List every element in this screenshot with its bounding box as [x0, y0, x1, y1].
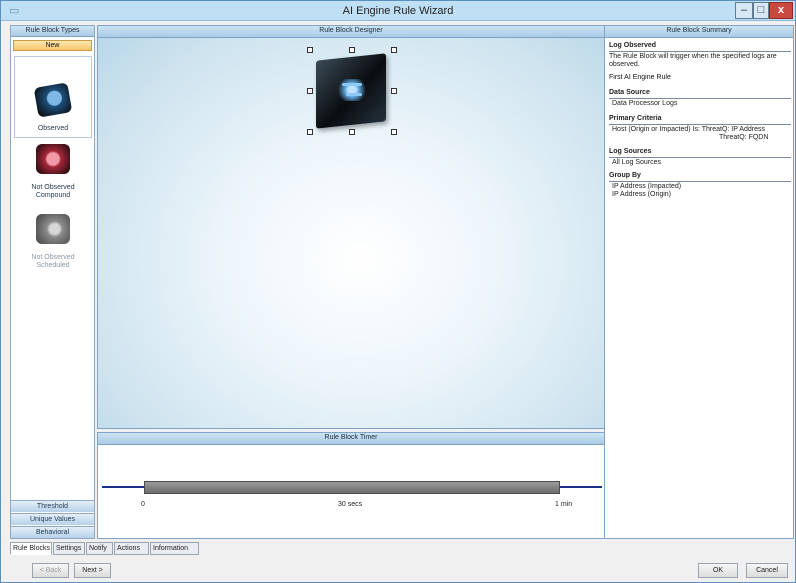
log-observed-title: Log Observed	[609, 42, 791, 52]
rule-block-designer[interactable]: Rule Block Designer	[97, 25, 605, 429]
primary-criteria-line: Host (Origin or Impacted) Is: ThreatQ: I…	[612, 126, 766, 133]
rule-name: First AI Engine Rule	[609, 74, 671, 81]
scheduled-cube-icon	[36, 214, 70, 244]
selection-handle[interactable]	[391, 47, 397, 53]
back-button[interactable]: < Back	[32, 563, 69, 578]
log-observed-text: The Rule Block will trigger when the spe…	[609, 53, 777, 68]
tab-actions[interactable]: Actions	[114, 542, 149, 555]
data-source-section: Data Source Data Processor Logs	[609, 89, 791, 108]
minimize-button[interactable]: –	[735, 2, 753, 19]
tab-information[interactable]: Information	[150, 542, 199, 555]
selection-handle[interactable]	[349, 129, 355, 135]
timeline-line	[102, 486, 144, 488]
data-source-value: Data Processor Logs	[612, 100, 678, 107]
category-behavioral[interactable]: Behavioral	[11, 526, 94, 538]
rule-block-types-header: Rule Block Types	[11, 26, 94, 37]
rule-block-timer-header: Rule Block Timer	[98, 433, 604, 445]
log-sources-value: All Log Sources	[612, 159, 662, 166]
timer-start-label: 0	[141, 501, 145, 508]
observed-label: Observed	[37, 125, 69, 132]
group-by-title: Group By	[609, 172, 791, 182]
primary-criteria-section: Primary Criteria Host (Origin or Impacte…	[609, 115, 791, 142]
timer-bar[interactable]	[144, 481, 560, 494]
cube-arrow	[342, 83, 362, 86]
rule-block-timer: Rule Block Timer 0 30 secs 1 min	[97, 432, 605, 539]
not-observed-scheduled-tile[interactable]: Not Observed Scheduled	[14, 212, 92, 274]
tab-notify[interactable]: Notify	[86, 542, 113, 555]
maximize-button[interactable]: □	[753, 2, 769, 19]
selection-handle[interactable]	[307, 88, 313, 94]
not-observed-compound-label: Not Observed Compound	[31, 184, 75, 199]
rule-block-designer-header: Rule Block Designer	[98, 26, 604, 38]
rule-block-types-panel: Rule Block Types New Observed Not Observ…	[10, 25, 95, 539]
timer-mid-label: 30 secs	[338, 501, 363, 508]
group-by-section: Group By IP Address (Impacted) IP Addres…	[609, 172, 791, 199]
cube-arrow	[346, 93, 362, 96]
selection-handle[interactable]	[391, 129, 397, 135]
observed-cube-icon	[33, 82, 73, 118]
rule-block-summary-header: Rule Block Summary	[605, 26, 793, 38]
log-sources-section: Log Sources All Log Sources	[609, 148, 791, 167]
observed-rule-block[interactable]	[314, 53, 388, 129]
new-section-tab[interactable]: New	[13, 40, 92, 51]
selection-handle[interactable]	[349, 47, 355, 53]
rule-block-summary: Rule Block Summary Log Observed The Rule…	[604, 25, 794, 539]
category-threshold[interactable]: Threshold	[11, 500, 94, 512]
tab-settings[interactable]: Settings	[53, 542, 85, 555]
close-button[interactable]: x	[769, 2, 793, 19]
next-button[interactable]: Next >	[74, 563, 111, 578]
ok-button[interactable]: OK	[698, 563, 738, 578]
log-sources-title: Log Sources	[609, 148, 791, 158]
not-observed-scheduled-label: Not Observed Scheduled	[31, 254, 75, 269]
data-source-title: Data Source	[609, 89, 791, 99]
window-title: AI Engine Rule Wizard	[342, 5, 454, 17]
group-by-value: IP Address (Impacted)	[612, 183, 682, 190]
selection-handle[interactable]	[307, 129, 313, 135]
timeline-line	[560, 486, 602, 488]
tab-rule-blocks[interactable]: Rule Blocks	[10, 542, 52, 555]
selection-handle[interactable]	[391, 88, 397, 94]
timer-end-label: 1 min	[555, 501, 573, 508]
primary-criteria-line: ThreatQ: FQDN	[719, 134, 769, 141]
title-bar[interactable]: ▭ AI Engine Rule Wizard – □ x	[1, 1, 795, 21]
cancel-button[interactable]: Cancel	[746, 563, 788, 578]
selection-handle[interactable]	[307, 47, 313, 53]
not-observed-compound-tile[interactable]: Not Observed Compound	[14, 142, 92, 212]
not-observed-cube-icon	[36, 144, 70, 174]
wizard-window: ▭ AI Engine Rule Wizard – □ x Rule Block…	[0, 0, 796, 583]
log-observed-section: Log Observed The Rule Block will trigger…	[609, 42, 791, 69]
observed-block-tile[interactable]: Observed	[14, 56, 92, 138]
primary-criteria-title: Primary Criteria	[609, 115, 791, 125]
group-by-value: IP Address (Origin)	[612, 191, 672, 198]
category-unique-values[interactable]: Unique Values	[11, 513, 94, 525]
